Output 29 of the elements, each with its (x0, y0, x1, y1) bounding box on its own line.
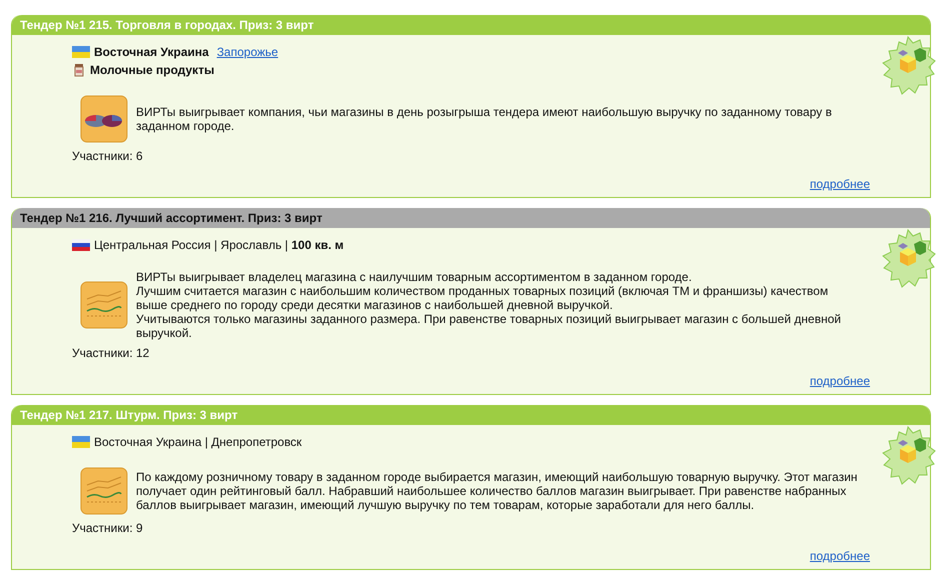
participants-count: Участники: 9 (72, 521, 144, 535)
region-text: Восточная Украина (94, 45, 209, 59)
tender-title: Тендер №1 217. Штурм. Приз: 3 вирт (12, 405, 930, 425)
participants-count: Участники: 12 (72, 346, 150, 360)
milk-jug-icon (72, 63, 86, 77)
more-link[interactable]: подробнее (810, 549, 870, 563)
region-text: Восточная Украина | Днепропетровск (94, 435, 302, 449)
tender-title: Тендер №1 215. Торговля в городах. Приз: 3 вирт (12, 15, 930, 35)
flag-icon (72, 436, 90, 448)
participants-count: Участники: 6 (72, 149, 144, 163)
line-chart-icon (80, 281, 128, 329)
cube-badge-icon (880, 425, 936, 487)
product-name: Молочные продукты (90, 63, 214, 77)
flag-icon (72, 239, 90, 251)
description-text: ВИРТы выигрывает владелец магазина с наилучшим товарным ассортиментом в заданном городе. (136, 270, 693, 284)
description-text: Лучшим считается магазин с наибольшим количеством проданных товарных позиций (включая ТМ и франшизы) качеством выше среднего по городу среди десятки магазинов с наибольшей дневной выручкой. (136, 284, 830, 312)
pie-chart-icon (80, 95, 128, 143)
line-chart-icon (80, 467, 128, 515)
cube-badge-icon (880, 35, 936, 97)
description-text: По каждому розничному товару в заданном городе выбирается магазин, имеющий наибольшую товарную выручку. Этот магазин получает один рейтинговый балл. Набравший наибольшее количество баллов магазин выигрывает. При равенстве набранных баллов выигрывает магазин, имеющий лучшую выручку по тем товарам, которые заработали для него баллы. (136, 470, 858, 512)
cube-badge-icon (880, 228, 936, 290)
flag-icon (72, 46, 90, 58)
description-text: Учитываются только магазины заданного размера. При равенстве товарных позиций выигрывает магазин с большей дневной выручкой. (136, 312, 842, 340)
description-text: ВИРТы выигрывает компания, чьи магазины в день розыгрыша тендера имеют наибольшую выручку по заданному товару в заданном городе. (136, 105, 833, 133)
more-link[interactable]: подробнее (810, 177, 870, 191)
tender-title: Тендер №1 216. Лучший ассортимент. Приз: 3 вирт (12, 208, 930, 228)
region-text: Центральная Россия | Ярославль | 100 кв. м (94, 238, 344, 252)
city-link[interactable]: Запорожье (216, 45, 278, 59)
more-link[interactable]: подробнее (810, 374, 870, 388)
